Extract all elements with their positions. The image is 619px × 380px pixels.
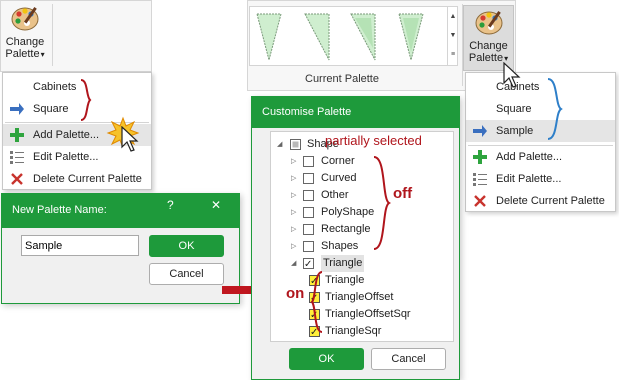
delete-icon [474, 195, 486, 207]
list-edit-icon [10, 151, 24, 164]
dialog-title: New Palette Name: [12, 204, 107, 216]
list-edit-icon [473, 173, 487, 186]
chevron-down-icon: ▾ [40, 50, 45, 59]
cancel-button[interactable]: Cancel [149, 263, 224, 285]
dialog-title: Customise Palette [262, 106, 352, 118]
plus-icon [10, 128, 24, 142]
annotation-brace-blue [547, 78, 563, 140]
gallery-scroll[interactable]: ▲ ▼ ≡ [447, 7, 458, 65]
change-palette-label: Change [469, 40, 508, 52]
expand-icon[interactable]: ▷ [291, 221, 296, 238]
tree-label: Other [321, 189, 349, 201]
checkbox-icon[interactable] [303, 190, 314, 201]
shape-tree: ◢ Shape ▷ Corner ▷ Curved ▷ Other ▷ PolyShape ▷ R… [270, 131, 454, 342]
checkbox-icon[interactable] [303, 241, 314, 252]
tree-label: TriangleOffset [325, 291, 394, 303]
new-palette-dialog: New Palette Name: ? ✕ OK Cancel [1, 193, 240, 304]
menu-item-sample[interactable]: Sample [466, 120, 615, 142]
annotation-off: off [393, 185, 413, 202]
mouse-cursor-icon [503, 62, 521, 88]
tree-node-triangle[interactable]: Triangle [305, 272, 435, 290]
tree-label: Shapes [321, 240, 359, 252]
tree-label: Triangle [321, 255, 365, 272]
menu-item-cabinets[interactable]: Cabinets [466, 76, 615, 98]
triangle-offset-shape-icon[interactable] [303, 12, 331, 62]
expand-icon[interactable]: ▷ [291, 170, 296, 187]
menu-item-delete-palette[interactable]: Delete Current Palette [3, 168, 151, 190]
palette-icon [475, 11, 502, 35]
tree-label: TriangleSqr [325, 325, 382, 337]
menu-item-add-palette[interactable]: Add Palette... [466, 146, 615, 168]
menu-item-edit-palette[interactable]: Edit Palette... [466, 168, 615, 190]
change-palette-label: Change [5, 36, 45, 48]
tree-label: PolyShape [321, 206, 375, 218]
ribbon-divider [52, 4, 53, 66]
delete-icon [11, 173, 23, 185]
checkbox-icon[interactable] [303, 173, 314, 184]
palette-icon [11, 7, 39, 31]
palette-menu-right: Cabinets Square Sample Add Palette... Ed… [465, 72, 616, 212]
palette-name-input[interactable] [21, 235, 139, 256]
change-palette-label-2: Palette [5, 48, 40, 60]
tree-label: TriangleOffsetSqr [325, 308, 411, 320]
triangle-shape-icon[interactable] [255, 12, 283, 62]
tree-node-triangleoffset[interactable]: TriangleOffset [305, 289, 435, 307]
triangle-offset-sqr-shape-icon[interactable] [349, 12, 377, 62]
expand-icon[interactable]: ◢ [291, 255, 296, 272]
change-palette-label-2: Palette [468, 52, 504, 64]
menu-item-square[interactable]: Square [466, 98, 615, 120]
help-icon[interactable]: ? [167, 198, 174, 212]
ok-button[interactable]: OK [289, 348, 364, 370]
expand-icon[interactable]: ▷ [291, 238, 296, 255]
annotation-brace-red [373, 156, 391, 250]
annotation-on: on [286, 285, 305, 302]
ok-button[interactable]: OK [149, 235, 224, 257]
tree-label: Triangle [325, 274, 365, 286]
gallery-caption: Current Palette [305, 73, 379, 85]
tree-label: Curved [321, 172, 357, 184]
arrow-right-icon [473, 125, 487, 137]
menu-item-delete-palette[interactable]: Delete Current Palette [466, 190, 615, 212]
tree-node-triangle[interactable]: ◢ Triangle [291, 255, 371, 273]
checkbox-icon[interactable] [303, 224, 314, 235]
expand-icon[interactable]: ▷ [291, 204, 296, 221]
close-icon[interactable]: ✕ [211, 198, 221, 212]
annotation-partially-selected: partially selected [325, 133, 422, 148]
mouse-cursor-icon [121, 126, 139, 152]
tree-label: Rectangle [321, 223, 371, 235]
change-palette-button-left[interactable]: Change Palette▾ [2, 4, 48, 68]
tree-node-trianglesqr[interactable]: TriangleSqr [305, 323, 435, 341]
tree-label: Corner [321, 155, 355, 167]
checkbox-icon[interactable] [303, 256, 314, 273]
checkbox-icon[interactable] [303, 156, 314, 167]
cancel-button[interactable]: Cancel [371, 348, 446, 370]
tree-node-triangleoffsetsqr[interactable]: TriangleOffsetSqr [305, 306, 435, 324]
annotation-brace-red [80, 79, 92, 121]
annotation-brace-red [310, 271, 323, 333]
expand-icon[interactable]: ▷ [291, 187, 296, 204]
expand-icon[interactable]: ▷ [291, 153, 296, 170]
triangle-sqr-shape-icon[interactable] [397, 12, 425, 62]
partial-checkbox-icon[interactable] [290, 139, 301, 150]
menu-item-cabinets[interactable]: Cabinets [3, 76, 151, 98]
plus-icon [473, 150, 487, 164]
checkbox-icon[interactable] [303, 207, 314, 218]
arrow-right-icon [10, 103, 24, 115]
expand-icon[interactable]: ◢ [277, 136, 282, 153]
